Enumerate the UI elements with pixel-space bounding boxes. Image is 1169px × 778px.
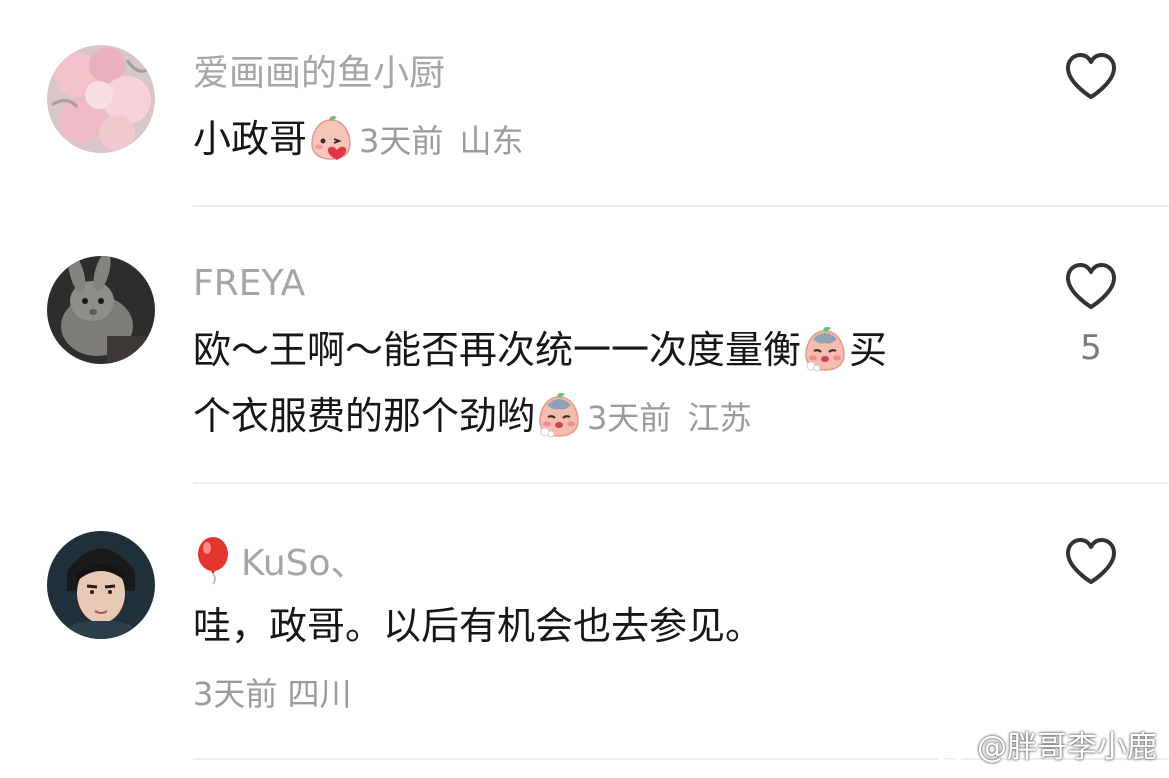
comment-meta: 3天前 四川 <box>193 672 352 716</box>
comment-item: KuSo、 哇，政哥。以后有机会也去参见。 3天前 四川 <box>0 0 1169 760</box>
watermark: @胖哥李小鹿 <box>933 728 1157 768</box>
comment-time: 3天前 <box>193 675 278 713</box>
balloon-icon <box>198 537 228 585</box>
weibo-logo-icon <box>933 733 972 763</box>
username-text: KuSo、 <box>241 543 367 584</box>
watermark-text: @胖哥李小鹿 <box>977 730 1157 765</box>
comment-text: 哇，政哥。以后有机会也去参见。 <box>193 604 764 648</box>
username[interactable]: KuSo、 <box>193 537 367 586</box>
heart-outline-icon[interactable] <box>1064 537 1118 587</box>
comment-location: 四川 <box>287 675 352 713</box>
avatar[interactable] <box>47 531 155 639</box>
